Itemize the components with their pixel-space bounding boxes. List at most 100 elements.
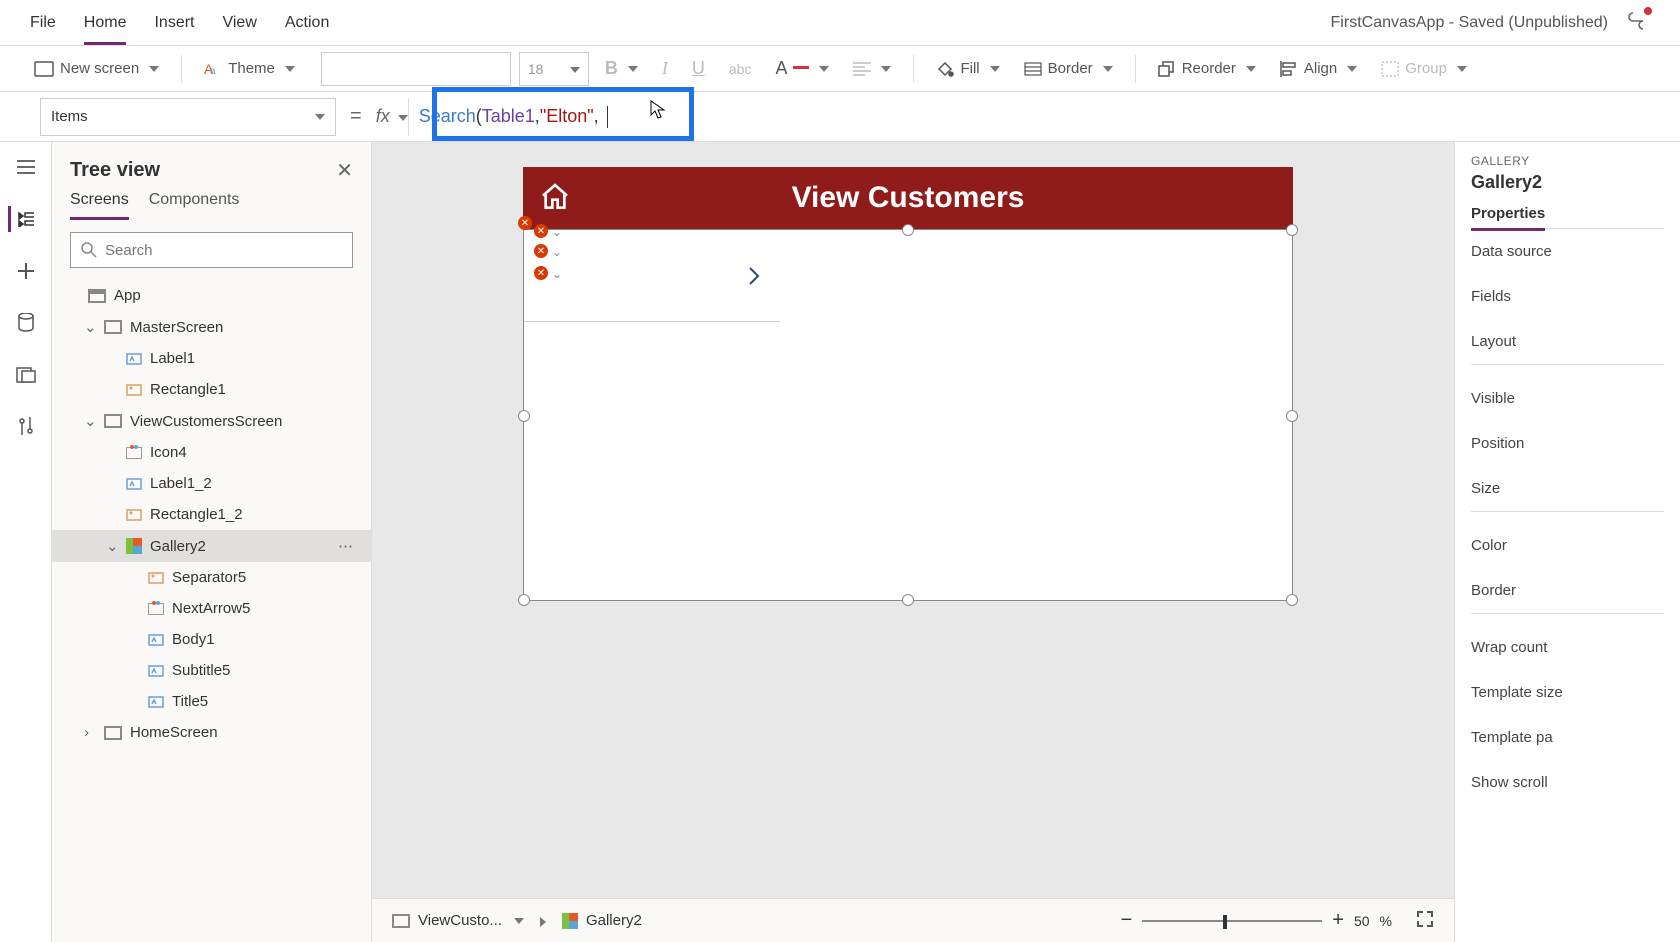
tree-item-separator5[interactable]: Separator5: [52, 562, 371, 593]
zoom-in-button[interactable]: +: [1332, 909, 1344, 932]
gallery-selection[interactable]: ⌄ ⌄ ⌄: [523, 229, 1293, 601]
close-icon[interactable]: ✕: [336, 158, 353, 183]
resize-handle[interactable]: [1286, 594, 1298, 606]
group-button[interactable]: Group: [1373, 56, 1475, 81]
underline-button[interactable]: U: [684, 54, 713, 83]
chevron-down-icon[interactable]: ⌄: [552, 267, 562, 281]
font-family-select[interactable]: [321, 52, 511, 86]
tab-components[interactable]: Components: [149, 191, 240, 220]
search-field[interactable]: [105, 242, 342, 259]
tab-screens[interactable]: Screens: [70, 191, 129, 220]
property-row[interactable]: Size: [1471, 466, 1664, 511]
resize-handle[interactable]: [1286, 410, 1298, 422]
property-row[interactable]: Position: [1471, 421, 1664, 466]
text-align-button[interactable]: [845, 56, 899, 81]
error-badge-icon[interactable]: [518, 216, 532, 230]
property-row[interactable]: Template pa: [1471, 715, 1664, 760]
error-badge-icon[interactable]: [534, 244, 548, 258]
property-row[interactable]: Show scroll: [1471, 760, 1664, 805]
error-badge-icon[interactable]: [534, 266, 548, 280]
property-row[interactable]: Template size: [1471, 670, 1664, 715]
new-screen-button[interactable]: New screen: [26, 56, 167, 81]
border-button[interactable]: Border: [1016, 56, 1121, 81]
data-icon[interactable]: [13, 310, 39, 336]
tree-item-app[interactable]: App: [52, 280, 371, 311]
tree-view-icon[interactable]: [8, 206, 34, 232]
property-row[interactable]: Data source: [1471, 229, 1664, 274]
fit-screen-icon[interactable]: [1416, 910, 1434, 931]
resize-handle[interactable]: [518, 410, 530, 422]
tree-item-label1_2[interactable]: Label1_2: [52, 468, 371, 499]
property-row[interactable]: Visible: [1471, 376, 1664, 421]
media-icon[interactable]: [13, 362, 39, 388]
tab-properties[interactable]: Properties: [1471, 205, 1545, 231]
property-row[interactable]: Wrap count: [1471, 625, 1664, 670]
error-badge-icon[interactable]: [534, 224, 548, 238]
menu-insert[interactable]: Insert: [154, 14, 194, 32]
search-input[interactable]: [70, 232, 353, 268]
italic-button[interactable]: I: [654, 54, 676, 83]
chevron-down-icon[interactable]: ⌄: [106, 537, 118, 555]
label-icon: [126, 476, 142, 492]
chevron-down-icon[interactable]: [394, 109, 408, 125]
label-icon: [148, 632, 164, 648]
hamburger-icon[interactable]: [13, 154, 39, 180]
bold-button[interactable]: B: [597, 54, 646, 83]
gallery-template-row[interactable]: [524, 230, 780, 322]
home-icon[interactable]: [539, 181, 571, 216]
tree-item-subtitle5[interactable]: Subtitle5: [52, 655, 371, 686]
tree-item-icon4[interactable]: Icon4: [52, 437, 371, 468]
tree-item-title5[interactable]: Title5: [52, 686, 371, 717]
tree-item-rectangle1[interactable]: Rectangle1: [52, 374, 371, 405]
theme-button[interactable]: Aa Theme: [196, 56, 303, 82]
zoom-slider[interactable]: [1142, 920, 1322, 922]
fx-icon[interactable]: fx: [376, 106, 390, 127]
tree-item-nextarrow5[interactable]: NextArrow5: [52, 593, 371, 624]
property-row[interactable]: Fields: [1471, 274, 1664, 319]
tree-item-viewcustomersscreen[interactable]: ⌄ ViewCustomersScreen: [52, 405, 371, 437]
menu-view[interactable]: View: [222, 14, 256, 32]
resize-handle[interactable]: [518, 594, 530, 606]
property-row[interactable]: Border: [1471, 568, 1664, 613]
menu-file[interactable]: File: [30, 14, 56, 32]
resize-handle[interactable]: [1286, 224, 1298, 236]
element-name[interactable]: Gallery2: [1471, 172, 1664, 193]
chevron-down-icon[interactable]: ⌄: [84, 412, 96, 430]
more-icon[interactable]: ⋯: [338, 537, 353, 555]
tree-item-gallery2[interactable]: ⌄Gallery2⋯: [52, 530, 371, 562]
chevron-down-icon[interactable]: ⌄: [552, 245, 562, 259]
insert-icon[interactable]: [13, 258, 39, 284]
chevron-right-icon[interactable]: ›: [84, 724, 96, 741]
strikethrough-button[interactable]: abc: [721, 57, 760, 81]
chevron-down-icon: [311, 108, 325, 125]
font-size-select[interactable]: 18: [519, 52, 589, 86]
property-row[interactable]: Color: [1471, 523, 1664, 568]
next-arrow-icon[interactable]: [746, 264, 762, 291]
fill-button[interactable]: Fill: [928, 56, 1007, 82]
property-selector[interactable]: Items: [40, 98, 336, 136]
font-color-button[interactable]: A: [767, 54, 837, 83]
reorder-button[interactable]: Reorder: [1150, 56, 1264, 81]
formula-input[interactable]: Search(Table1, "Elton",: [408, 98, 1680, 136]
property-row[interactable]: Layout: [1471, 319, 1664, 364]
resize-handle[interactable]: [902, 224, 914, 236]
tools-icon[interactable]: [13, 414, 39, 440]
align-button[interactable]: Align: [1272, 56, 1365, 81]
tree-item-masterscreen[interactable]: ⌄MasterScreen: [52, 311, 371, 343]
menu-action[interactable]: Action: [285, 14, 329, 32]
breadcrumb-screen[interactable]: ViewCusto...: [392, 912, 524, 929]
tree-item-rectangle1_2[interactable]: Rectangle1_2: [52, 499, 371, 530]
breadcrumb-element[interactable]: Gallery2: [562, 912, 642, 929]
tree-item-label1[interactable]: Label1: [52, 343, 371, 374]
menu-home[interactable]: Home: [84, 1, 127, 45]
chevron-down-icon[interactable]: ⌄: [84, 318, 96, 336]
zoom-out-button[interactable]: −: [1121, 909, 1133, 932]
tree-item-body1[interactable]: Body1: [52, 624, 371, 655]
resize-handle[interactable]: [902, 594, 914, 606]
chevron-down-icon: [145, 60, 159, 77]
health-check-icon[interactable]: [1626, 9, 1650, 36]
tree-item-homescreen[interactable]: ›HomeScreen: [52, 717, 371, 748]
chevron-down-icon[interactable]: ⌄: [552, 225, 562, 239]
tree-item-label: ViewCustomersScreen: [130, 413, 282, 430]
canvas-area[interactable]: View Customers ⌄ ⌄ ⌄: [372, 142, 1454, 942]
